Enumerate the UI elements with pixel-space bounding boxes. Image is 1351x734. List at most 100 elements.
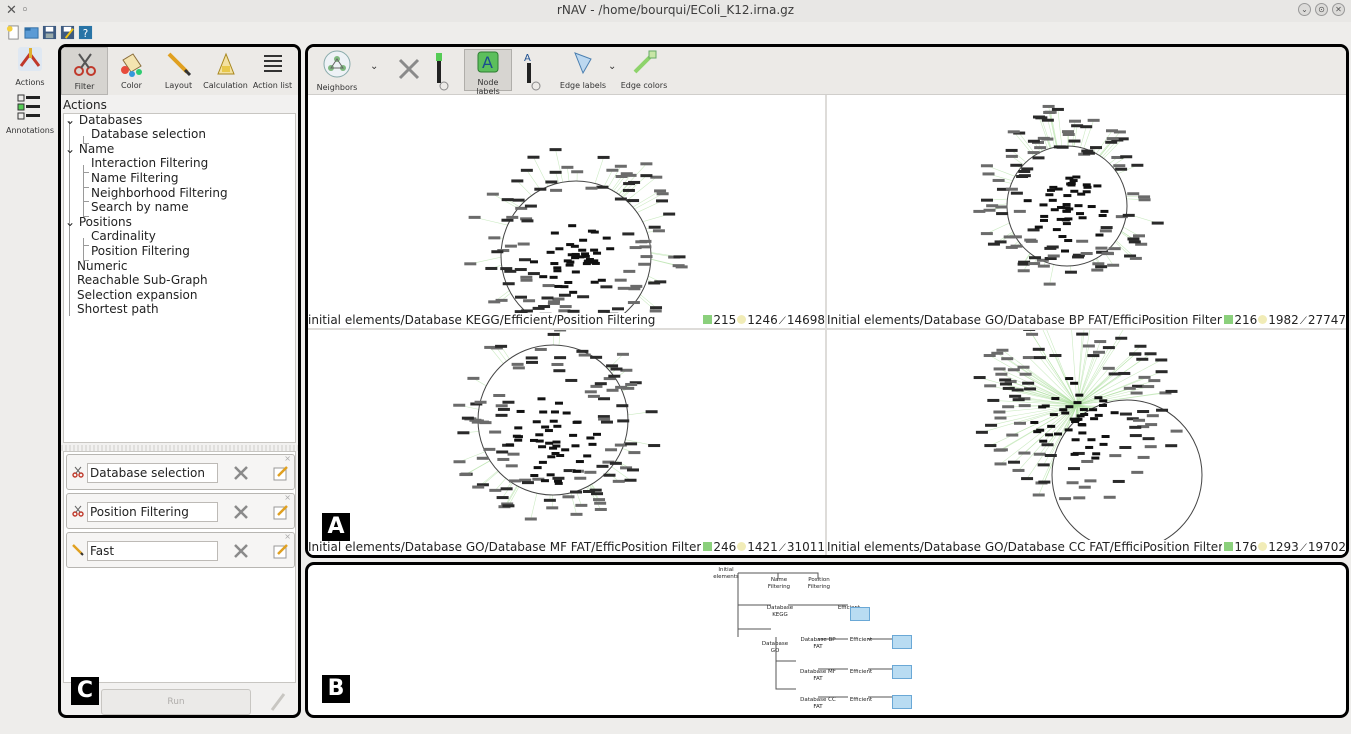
save-as-icon[interactable] (60, 25, 75, 40)
network-node-label (497, 457, 510, 461)
edit-icon[interactable] (273, 504, 289, 520)
network-node-label (996, 348, 1009, 352)
edge-colors-button[interactable]: Edge colors (620, 49, 668, 90)
wrench-icon[interactable] (232, 503, 250, 521)
tree-item-search-by-name[interactable]: Search by name (91, 200, 189, 214)
network-node-label (541, 296, 554, 300)
graph-view-go-bp[interactable]: Initial elements/Database GO/Database BP… (827, 96, 1346, 328)
edge-labels-menu[interactable]: ⌄ (608, 61, 616, 72)
edge-count-icon: ⟋ (778, 316, 786, 327)
network-node-label (468, 215, 481, 219)
close-button[interactable]: ✕ (1332, 3, 1345, 16)
history-node-efficient[interactable]: Efficient (846, 669, 876, 676)
tree-item-reachable-sub-graph[interactable]: Reachable Sub-Graph (77, 273, 208, 287)
open-icon[interactable] (24, 25, 39, 40)
history-node-name-filtering[interactable]: Name Filtering (764, 577, 794, 591)
network-graph[interactable] (308, 330, 825, 540)
tab-color[interactable]: Color (108, 47, 155, 95)
history-node-initial[interactable]: Initial elements (711, 567, 741, 581)
tree-item-neighborhood-filtering[interactable]: Neighborhood Filtering (91, 186, 228, 200)
actions-mode-button[interactable]: Actions (4, 44, 56, 87)
neighbors-button[interactable]: Neighbors (312, 49, 362, 92)
network-node-label (552, 297, 565, 301)
history-node-position-filter-box[interactable] (892, 665, 912, 679)
edge-count-icon: ⟋ (1299, 316, 1307, 327)
network-node (551, 451, 560, 455)
label-size-slider[interactable]: A (520, 51, 542, 91)
edit-icon[interactable] (273, 543, 289, 559)
annotations-mode-button[interactable]: Annotations (4, 92, 56, 135)
tab-calculation[interactable]: Calculation (202, 47, 249, 95)
maximize-button[interactable]: ⊙ (1315, 3, 1328, 16)
tree-item-databases[interactable]: ⌄ Databases (65, 113, 142, 127)
minimize-button[interactable]: ⌄ (1298, 3, 1311, 16)
history-node-efficient[interactable]: Efficient (846, 697, 876, 704)
save-icon[interactable] (42, 25, 57, 40)
tab-action-list[interactable]: Action list (249, 47, 296, 95)
network-graph[interactable] (827, 96, 1346, 313)
edit-icon[interactable] (273, 465, 289, 481)
run-button[interactable]: Run (101, 689, 251, 715)
help-icon[interactable]: ? (78, 25, 93, 40)
history-node-db-mf[interactable]: Database MF FAT (800, 669, 836, 683)
network-node-label (1134, 344, 1147, 348)
close-icon[interactable]: × (284, 454, 291, 463)
tree-item-shortest-path[interactable]: Shortest path (77, 302, 159, 316)
history-node-db-bp[interactable]: Database BP FAT (800, 637, 836, 651)
action-card[interactable]: Database selection × (66, 454, 295, 490)
history-node-db-kegg[interactable]: Database KEGG (762, 605, 798, 619)
node-labels-button[interactable]: A Node labels (464, 49, 512, 96)
network-node (590, 248, 599, 252)
action-card[interactable]: Position Filtering × (66, 493, 295, 529)
graph-view-kegg[interactable]: initial elements/Database KEGG/Efficient… (308, 96, 825, 328)
history-node-position-filter-box[interactable] (850, 607, 870, 621)
tree-item-database-selection[interactable]: Database selection (91, 127, 206, 141)
history-node-position-filtering[interactable]: Position Filtering (804, 577, 834, 591)
close-icon[interactable]: × (284, 532, 291, 541)
network-graph[interactable] (308, 96, 825, 313)
history-node-db-cc[interactable]: Database CC FAT (800, 697, 836, 711)
graph-view-go-mf[interactable]: Initial elements/Database GO/Database MF… (308, 330, 825, 555)
network-graph[interactable] (827, 330, 1346, 540)
tree-item-cardinality[interactable]: Cardinality (91, 229, 156, 243)
action-card[interactable]: Fast × (66, 532, 295, 568)
wrench-icon[interactable] (232, 542, 250, 560)
clear-broom-icon[interactable] (266, 690, 290, 714)
wrench-icon[interactable] (232, 464, 250, 482)
history-node-efficient[interactable]: Efficient (846, 637, 876, 644)
tools-icon[interactable] (396, 56, 422, 82)
action-card-name[interactable]: Database selection (87, 463, 218, 483)
node-size-slider[interactable] (430, 51, 450, 91)
close-icon[interactable]: × (284, 493, 291, 502)
tree-item-selection-expansion[interactable]: Selection expansion (77, 288, 198, 302)
network-node-label (1066, 481, 1079, 485)
network-node-label (623, 269, 636, 273)
tab-layout[interactable]: Layout (155, 47, 202, 95)
tree-item-name[interactable]: ⌄ Name (65, 142, 114, 156)
neighbors-menu[interactable]: ⌄ (370, 61, 378, 72)
tree-item-position-filtering[interactable]: Position Filtering (91, 244, 190, 258)
tree-item-name-filtering[interactable]: Name Filtering (91, 171, 179, 185)
edge-labels-button[interactable]: Edge labels (558, 49, 608, 90)
tab-filter[interactable]: Filter (61, 47, 108, 95)
network-node-label (1007, 130, 1020, 134)
network-node-label (629, 246, 642, 250)
history-node-position-filter-box[interactable] (892, 695, 912, 709)
paint-bucket-icon (120, 53, 142, 77)
action-card-name[interactable]: Position Filtering (87, 502, 218, 522)
history-node-position-filter-box[interactable] (892, 635, 912, 649)
tree-item-numeric[interactable]: Numeric (77, 259, 128, 273)
action-card-name[interactable]: Fast (87, 541, 218, 561)
network-node-label (1037, 463, 1050, 467)
network-node-label (472, 485, 485, 489)
network-node-label (1024, 387, 1037, 391)
network-node (1076, 414, 1085, 418)
tree-item-interaction-filtering[interactable]: Interaction Filtering (91, 156, 208, 170)
network-node-label (1068, 119, 1081, 123)
new-file-icon[interactable] (6, 24, 21, 40)
history-node-db-go[interactable]: Database GO (760, 641, 790, 655)
tree-item-positions[interactable]: ⌄ Positions (65, 215, 132, 229)
graph-view-go-cc[interactable]: Initial elements/Database GO/Database CC… (827, 330, 1346, 555)
network-node-label (1144, 445, 1157, 449)
network-node-label (1005, 245, 1018, 249)
